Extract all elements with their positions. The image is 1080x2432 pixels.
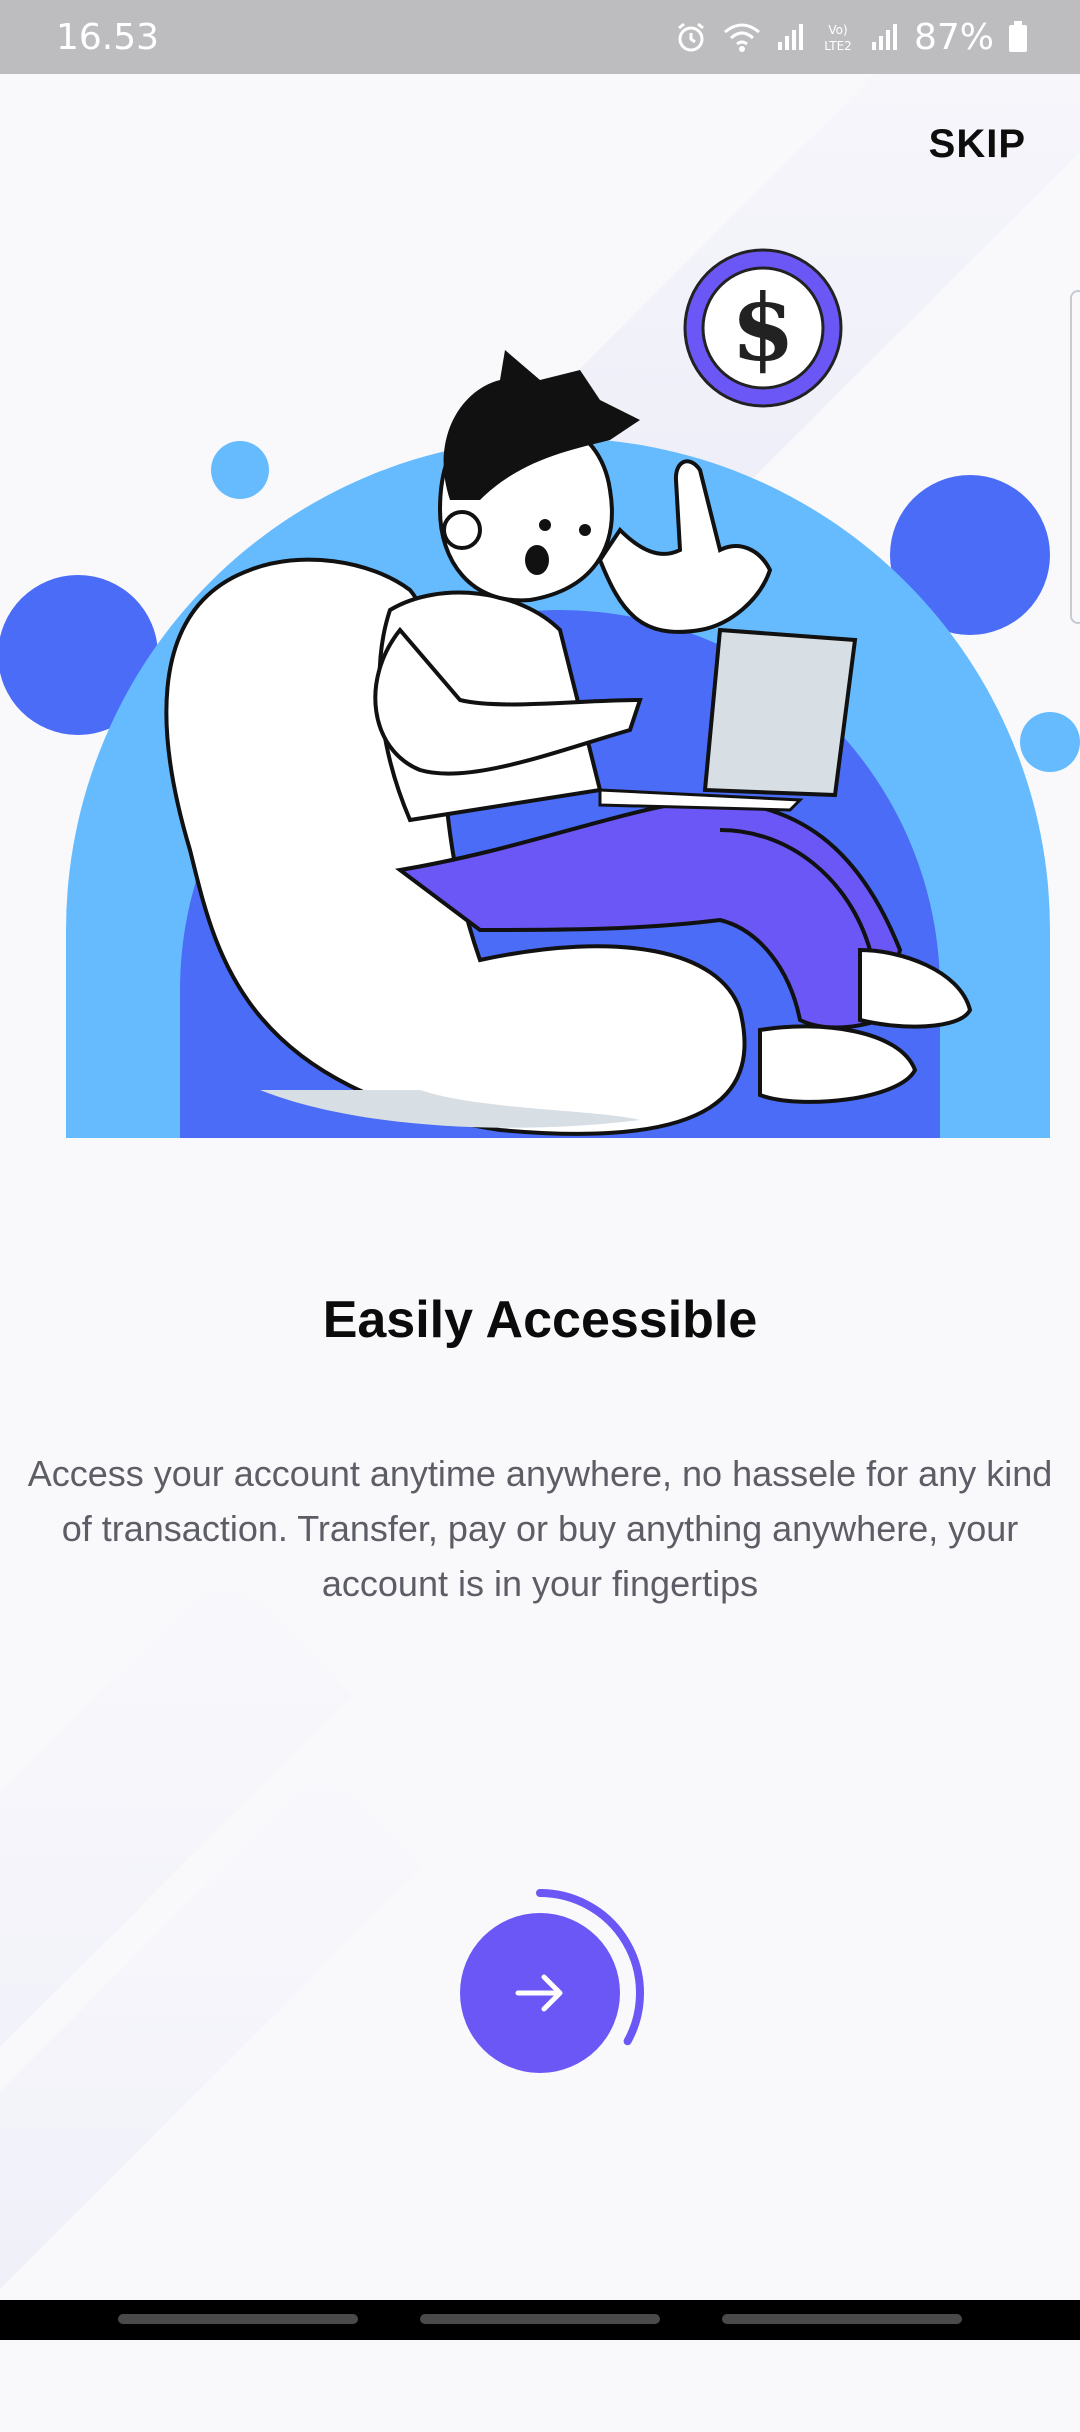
svg-text:Vo): Vo) <box>828 23 847 37</box>
nav-button-home[interactable] <box>420 2314 660 2324</box>
dollar-coin-icon: $ <box>683 248 843 408</box>
svg-text:$: $ <box>731 274 795 382</box>
arrow-right-icon <box>515 1974 563 2012</box>
person-mouth <box>525 545 549 575</box>
wifi-icon <box>722 20 762 54</box>
decor-circle <box>211 441 269 499</box>
next-button-wrap <box>450 1876 670 2096</box>
volte-icon: Vo) LTE2 <box>820 20 856 54</box>
skip-button[interactable]: SKIP <box>929 122 1026 167</box>
page-title: Easily Accessible <box>322 1291 758 1349</box>
decor-circle <box>1020 712 1080 772</box>
signal-icon-2 <box>870 22 900 52</box>
nav-button-back[interactable] <box>722 2314 962 2324</box>
person-eye <box>579 524 591 536</box>
next-button[interactable] <box>460 1913 620 2073</box>
person-eye <box>539 519 551 531</box>
page-description: Access your account anytime anywhere, no… <box>27 1453 1053 1604</box>
svg-text:LTE2: LTE2 <box>824 39 852 53</box>
status-icons: Vo) LTE2 87% <box>674 17 1028 58</box>
person-ear <box>442 510 482 550</box>
system-nav-bar <box>0 2300 1080 2340</box>
battery-icon <box>1008 21 1028 53</box>
laptop-icon <box>702 627 858 798</box>
status-time: 16.53 <box>56 16 160 58</box>
alarm-icon <box>674 20 708 54</box>
nav-button-recents[interactable] <box>118 2314 358 2324</box>
signal-icon <box>776 22 806 52</box>
battery-percent: 87% <box>913 16 994 58</box>
status-bar: 16.53 Vo) LTE2 87% <box>0 0 1080 74</box>
onboarding-illustration: $ <box>0 248 1080 1139</box>
